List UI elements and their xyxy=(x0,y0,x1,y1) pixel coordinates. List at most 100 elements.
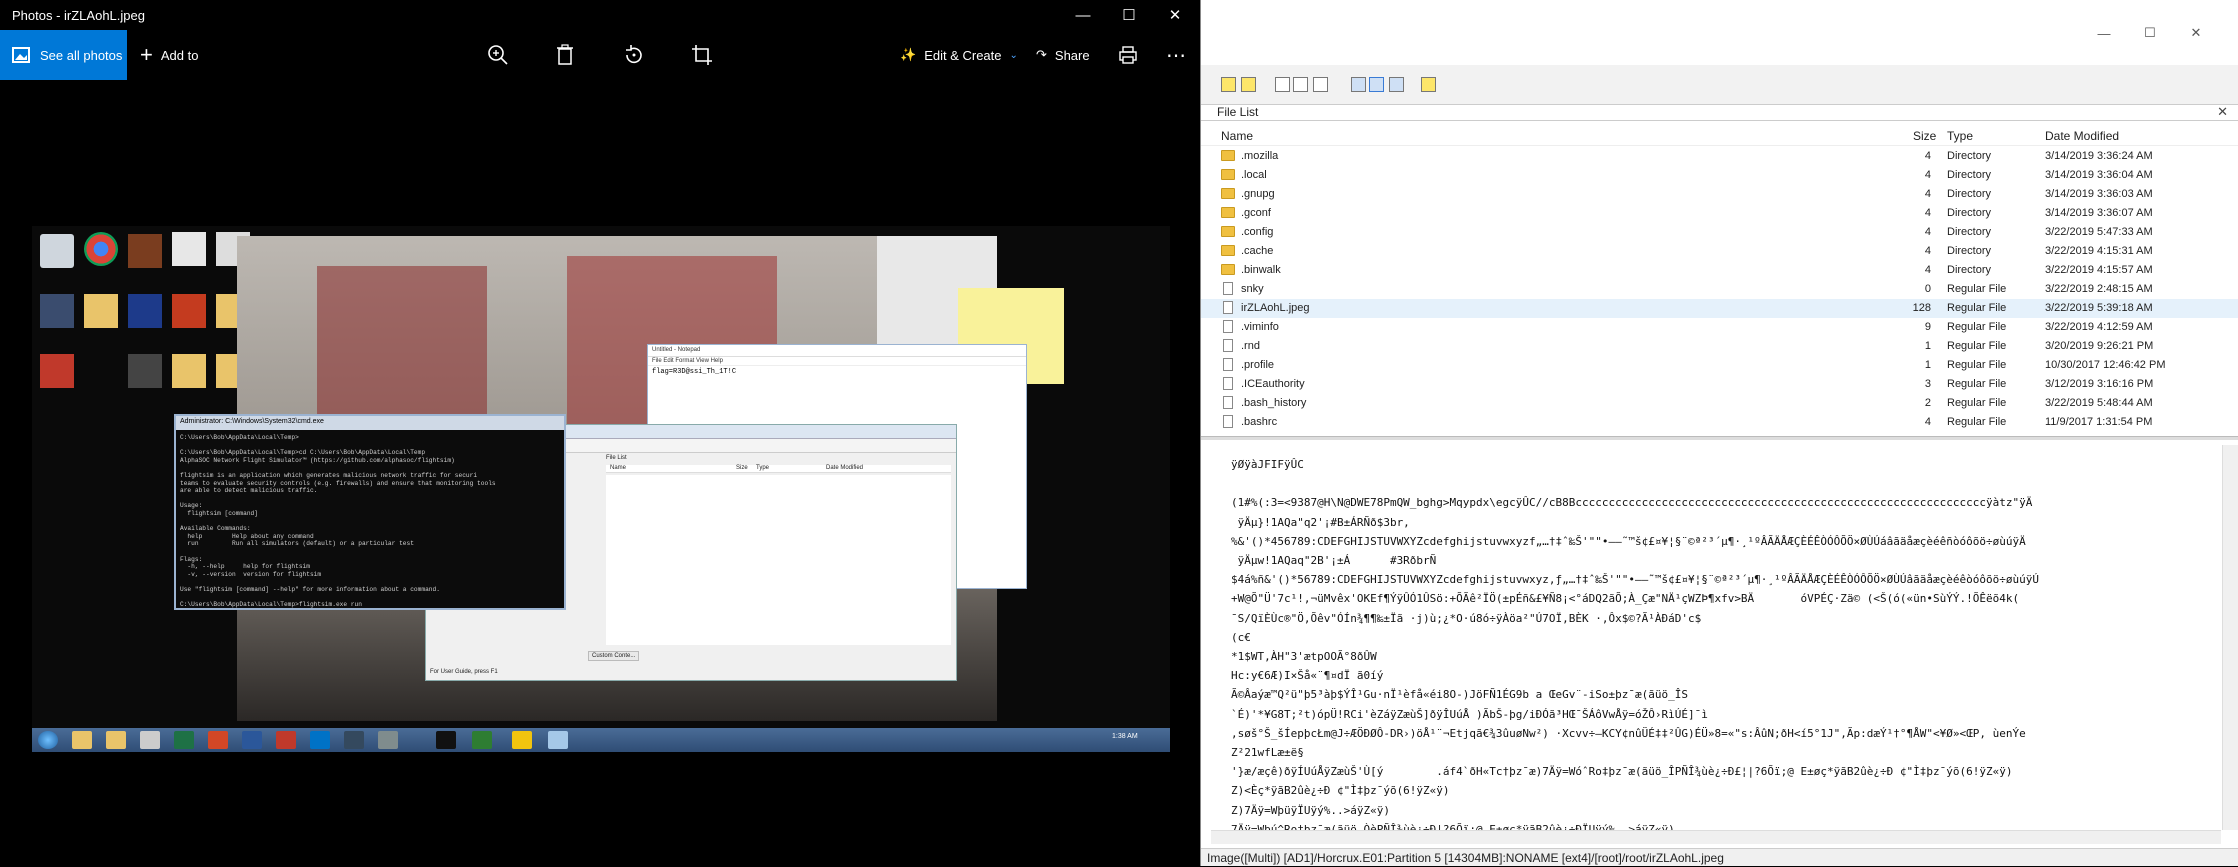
add-to-button[interactable]: + Add to xyxy=(140,30,198,80)
more-options-button[interactable]: ⋯ xyxy=(1156,30,1196,80)
cell-name: .gnupg xyxy=(1241,188,1275,200)
table-row[interactable]: .bashrc 4 Regular File 11/9/2017 1:31:54 PM xyxy=(1201,413,2238,432)
cell-size: 2 xyxy=(1924,397,1931,409)
add-evidence-icon[interactable] xyxy=(1221,77,1236,92)
table-row[interactable]: .mozilla 4 Directory 3/14/2019 3:36:24 AM xyxy=(1201,147,2238,166)
magic-wand-icon: ✨ xyxy=(900,47,917,62)
maximize-button[interactable]: ☐ xyxy=(2127,18,2173,48)
table-row[interactable]: .local 4 Directory 3/14/2019 3:36:04 AM xyxy=(1201,166,2238,185)
table-row[interactable]: .gnupg 4 Directory 3/14/2019 3:36:03 AM xyxy=(1201,185,2238,204)
text-view-icon[interactable] xyxy=(1369,77,1384,92)
file-icon xyxy=(1223,320,1233,333)
table-row[interactable]: .binwalk 4 Directory 3/22/2019 4:15:57 AM xyxy=(1201,261,2238,280)
table-row[interactable]: .viminfo 9 Regular File 3/22/2019 4:12:59 A… xyxy=(1201,318,2238,337)
ftk-imager-window: — ☐ ✕ File List ✕ Name Size Type Date Mo… xyxy=(1200,0,2238,866)
cell-date: 3/14/2019 3:36:04 AM xyxy=(2045,169,2153,181)
add-item-icon[interactable] xyxy=(1241,77,1256,92)
inner-clock: 1:38 AM xyxy=(1112,733,1138,740)
column-type[interactable]: Type xyxy=(1947,129,1973,143)
table-row[interactable]: .profile 1 Regular File 10/30/2017 12:46:42… xyxy=(1201,356,2238,375)
taskbar-icon xyxy=(378,731,398,749)
print-button[interactable] xyxy=(1108,30,1148,80)
cell-type: Regular File xyxy=(1947,302,2007,314)
remove-all-icon[interactable] xyxy=(1293,77,1308,92)
excel-icon xyxy=(174,731,194,749)
zoom-button[interactable] xyxy=(478,30,518,80)
folder-icon xyxy=(1221,207,1235,218)
cell-date: 3/22/2019 2:48:15 AM xyxy=(2045,283,2153,295)
delete-button[interactable] xyxy=(545,30,585,80)
cell-type: Regular File xyxy=(1947,359,2007,371)
photos-window: Photos - irZLAohL.jpeg — ☐ ✕ See all pho… xyxy=(0,0,1200,866)
cell-name: .bashrc xyxy=(1241,416,1278,428)
column-date[interactable]: Date Modified xyxy=(2045,129,2119,143)
file-list: .mozilla 4 Directory 3/14/2019 3:36:24 AM .l… xyxy=(1201,147,2238,437)
share-button[interactable]: ↷ Share xyxy=(1036,30,1090,80)
cell-type: Directory xyxy=(1947,169,1992,181)
photos-title-bar: Photos - irZLAohL.jpeg — ☐ ✕ xyxy=(0,0,1200,30)
chrome-taskbar-icon xyxy=(72,731,92,749)
minimize-button[interactable]: — xyxy=(2081,18,2127,48)
folder-icon xyxy=(1221,169,1235,180)
table-row[interactable]: .ICEauthority 3 Regular File 3/12/2019 3:16… xyxy=(1201,375,2238,394)
file-icon xyxy=(1223,415,1233,428)
table-row[interactable]: .rnd 1 Regular File 3/20/2019 9:26:21 PM xyxy=(1201,337,2238,356)
view-icon[interactable] xyxy=(1351,77,1366,92)
cell-size: 4 xyxy=(1924,245,1931,257)
cell-date: 3/22/2019 4:15:57 AM xyxy=(2045,264,2153,276)
cell-size: 3 xyxy=(1924,378,1931,390)
cell-size: 1 xyxy=(1924,340,1931,352)
cell-name: .gconf xyxy=(1241,207,1271,219)
see-all-photos-button[interactable]: See all photos xyxy=(0,30,127,80)
remove-icon[interactable] xyxy=(1275,77,1290,92)
cmd-window: Administrator: C:\Windows\System32\cmd.e… xyxy=(174,414,566,610)
vertical-scrollbar[interactable] xyxy=(2222,445,2238,830)
cell-date: 3/22/2019 4:12:59 AM xyxy=(2045,321,2153,333)
table-row[interactable]: irZLAohL.jpeg 128 Regular File 3/22/2019 5:… xyxy=(1201,299,2238,318)
inner-col-type: Type xyxy=(756,465,770,471)
cell-date: 3/12/2019 3:16:16 PM xyxy=(2045,378,2154,390)
help-icon[interactable] xyxy=(1421,77,1436,92)
cell-date: 3/20/2019 9:26:21 PM xyxy=(2045,340,2154,352)
cell-name: .rnd xyxy=(1241,340,1260,352)
file-icon xyxy=(1223,396,1233,409)
cell-type: Directory xyxy=(1947,264,1992,276)
horizontal-scrollbar[interactable] xyxy=(1211,830,2221,844)
cell-size: 4 xyxy=(1924,416,1931,428)
crop-button[interactable] xyxy=(682,30,722,80)
cell-type: Regular File xyxy=(1947,283,2007,295)
trash-icon xyxy=(557,44,573,65)
photos-icon xyxy=(12,47,30,63)
word-icon xyxy=(242,731,262,749)
status-bar: Image([Multi]) [AD1]/Horcrux.E01:Partiti… xyxy=(1201,848,2238,866)
start-icon xyxy=(38,731,58,749)
filezilla-icon xyxy=(172,294,206,328)
cell-size: 0 xyxy=(1924,283,1931,295)
table-row[interactable]: .bash_history 2 Regular File 3/22/2019 5:48… xyxy=(1201,394,2238,413)
table-row[interactable]: .cache 4 Directory 3/22/2019 4:15:31 AM xyxy=(1201,242,2238,261)
add-to-label: Add to xyxy=(160,47,199,63)
create-image-icon[interactable] xyxy=(1313,77,1328,92)
inner-status: For User Guide, press F1 xyxy=(430,669,498,675)
close-icon[interactable]: ✕ xyxy=(2217,104,2228,120)
edit-create-button[interactable]: ✨ Edit & Create ⌄ xyxy=(900,30,1018,80)
hex-view-icon[interactable] xyxy=(1389,77,1404,92)
splitter[interactable] xyxy=(1201,436,2238,440)
cell-name: .binwalk xyxy=(1241,264,1281,276)
table-row[interactable]: .gconf 4 Directory 3/14/2019 3:36:07 AM xyxy=(1201,204,2238,223)
cell-date: 3/22/2019 5:47:33 AM xyxy=(2045,226,2153,238)
close-button[interactable]: ✕ xyxy=(2173,18,2219,48)
file-icon xyxy=(128,354,162,388)
file-icon xyxy=(1223,282,1233,295)
maximize-button[interactable]: ☐ xyxy=(1106,0,1152,30)
cell-size: 4 xyxy=(1924,188,1931,200)
close-button[interactable]: ✕ xyxy=(1152,0,1198,30)
table-row[interactable]: snky 0 Regular File 3/22/2019 2:48:15 AM xyxy=(1201,280,2238,299)
column-size[interactable]: Size xyxy=(1913,129,1936,143)
rotate-button[interactable] xyxy=(614,30,654,80)
more-icon: ⋯ xyxy=(1166,44,1186,67)
table-row[interactable]: .config 4 Directory 3/22/2019 5:47:33 AM xyxy=(1201,223,2238,242)
minimize-button[interactable]: — xyxy=(1060,0,1106,30)
image-file-icon xyxy=(128,294,162,328)
column-name[interactable]: Name xyxy=(1221,129,1253,143)
